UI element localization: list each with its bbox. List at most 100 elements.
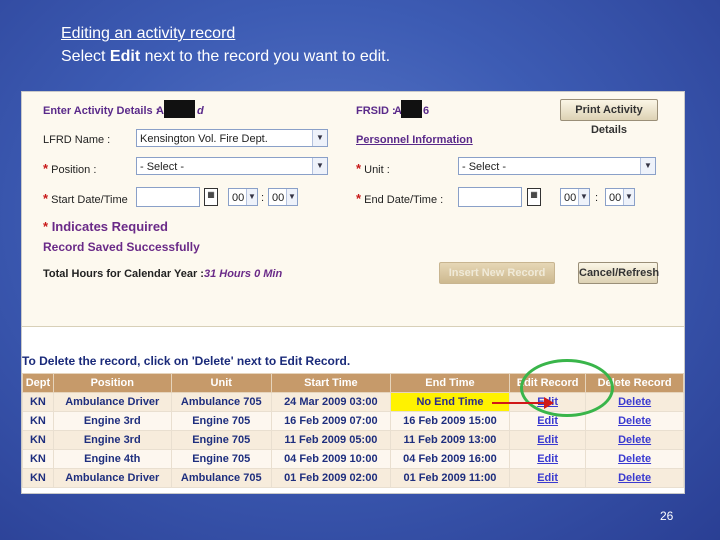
cell-delete: Delete [585, 411, 684, 431]
edit-link[interactable]: Edit [537, 453, 558, 465]
required-note: Indicates Required [51, 219, 168, 234]
activity-id-start: A [156, 105, 164, 117]
cell-end: 01 Feb 2009 11:00 [389, 468, 511, 488]
required-star: * [356, 191, 362, 206]
cell-delete: Delete [585, 430, 684, 450]
print-activity-button[interactable]: Print Activity Details [560, 99, 658, 136]
slide-subtitle: Select Edit next to the record you want … [61, 48, 390, 66]
chevron-down-icon: ▼ [286, 189, 297, 205]
start-minute-select[interactable]: 00 ▼ [268, 188, 298, 206]
cell-dept: KN [22, 411, 54, 431]
edit-link[interactable]: Edit [537, 472, 558, 484]
start-hour-value: 00 [232, 192, 245, 204]
cell-position: Engine 4th [52, 449, 172, 469]
col-header-end: End Time [389, 373, 511, 393]
cell-position: Ambulance Driver [52, 392, 172, 412]
cell-unit: Engine 705 [170, 449, 272, 469]
cell-dept: KN [22, 468, 54, 488]
annotation-circle [520, 359, 614, 417]
end-minute-select[interactable]: 00 ▼ [605, 188, 635, 206]
unit-select[interactable]: - Select - ▼ [458, 157, 656, 175]
activity-label: Enter Activity Details : [43, 105, 160, 117]
screenshot-panel: Enter Activity Details : A d FRSID : A 6… [21, 91, 685, 494]
unit-value: - Select - [462, 161, 507, 173]
cell-dept: KN [22, 449, 54, 469]
end-hour-select[interactable]: 00 ▼ [560, 188, 590, 206]
frsid-label: FRSID : [356, 105, 396, 117]
cell-end: 11 Feb 2009 13:00 [389, 430, 511, 450]
cell-start: 11 Feb 2009 05:00 [270, 430, 391, 450]
chevron-down-icon: ▼ [312, 130, 327, 146]
required-star: * [356, 161, 362, 176]
delete-instructions: To Delete the record, click on 'Delete' … [22, 354, 351, 368]
lfrd-label: LFRD Name : [43, 134, 111, 146]
hours-label: Total Hours for Calendar Year : [43, 268, 204, 280]
chevron-down-icon: ▼ [623, 189, 634, 205]
delete-link[interactable]: Delete [618, 396, 651, 408]
col-header-dept: Dept [22, 373, 54, 393]
required-star: * [43, 219, 49, 234]
page-number: 26 [660, 509, 674, 523]
hours-value: 31 Hours 0 Min [203, 268, 283, 280]
cell-end: 16 Feb 2009 15:00 [389, 411, 511, 431]
cell-edit: Edit [508, 449, 587, 469]
edit-link[interactable]: Edit [537, 415, 558, 427]
cell-start: 24 Mar 2009 03:00 [270, 392, 391, 412]
delete-link[interactable]: Delete [618, 434, 651, 446]
cell-position: Engine 3rd [52, 430, 172, 450]
edit-link[interactable]: Edit [537, 434, 558, 446]
arrow-right-icon [492, 402, 550, 404]
arrow-head-icon [544, 397, 554, 409]
chevron-down-icon: ▼ [640, 158, 655, 174]
chevron-down-icon: ▼ [246, 189, 257, 205]
activity-form: Enter Activity Details : A d FRSID : A 6… [22, 92, 684, 327]
table-row: KN Ambulance Driver Ambulance 705 01 Feb… [22, 468, 684, 488]
activity-id-end: d [197, 105, 204, 117]
col-header-position: Position [52, 373, 172, 393]
table-row: KN Engine 4th Engine 705 04 Feb 2009 10:… [22, 449, 684, 469]
lfrd-value: Kensington Vol. Fire Dept. [140, 133, 268, 145]
table-row: KN Engine 3rd Engine 705 11 Feb 2009 05:… [22, 430, 684, 450]
required-star: * [43, 161, 49, 176]
delete-link[interactable]: Delete [618, 472, 651, 484]
subtitle-suffix: next to the record you want to edit. [140, 48, 391, 65]
cell-unit: Engine 705 [170, 430, 272, 450]
cell-dept: KN [22, 392, 54, 412]
cell-edit: Edit [508, 468, 587, 488]
time-separator: : [595, 192, 599, 204]
cell-delete: Delete [585, 449, 684, 469]
calendar-icon[interactable]: ▦ [204, 188, 218, 206]
end-datetime-label: End Date/Time : [364, 194, 444, 206]
cell-start: 04 Feb 2009 10:00 [270, 449, 391, 469]
time-separator: : [261, 192, 265, 204]
cell-delete: Delete [585, 468, 684, 488]
insert-new-record-button[interactable]: Insert New Record [439, 262, 555, 284]
start-date-input[interactable] [136, 187, 200, 207]
cell-dept: KN [22, 430, 54, 450]
end-minute-value: 00 [609, 192, 622, 204]
end-date-input[interactable] [458, 187, 522, 207]
cell-unit: Ambulance 705 [170, 468, 272, 488]
cell-edit: Edit [508, 430, 587, 450]
delete-link[interactable]: Delete [618, 415, 651, 427]
unit-label: Unit : [364, 164, 390, 176]
col-header-unit: Unit [170, 373, 272, 393]
saved-status: Record Saved Successfully [43, 240, 200, 254]
cancel-refresh-button[interactable]: Cancel/Refresh [578, 262, 659, 284]
position-select[interactable]: - Select - ▼ [136, 157, 328, 175]
subtitle-bold: Edit [109, 48, 141, 65]
delete-link[interactable]: Delete [618, 453, 651, 465]
lfrd-select[interactable]: Kensington Vol. Fire Dept. ▼ [136, 129, 328, 147]
chevron-down-icon: ▼ [578, 189, 589, 205]
personnel-information-link[interactable]: Personnel Information [356, 134, 473, 146]
frsid-end: 6 [423, 105, 430, 117]
cell-position: Ambulance Driver [52, 468, 172, 488]
cell-unit: Engine 705 [170, 411, 272, 431]
start-hour-select[interactable]: 00 ▼ [228, 188, 258, 206]
slide-title: Editing an activity record [61, 25, 236, 42]
redaction-block [164, 100, 195, 118]
cell-start: 16 Feb 2009 07:00 [270, 411, 391, 431]
position-label: Position : [51, 164, 97, 176]
cell-start: 01 Feb 2009 02:00 [270, 468, 391, 488]
calendar-icon[interactable]: ▦ [527, 188, 541, 206]
